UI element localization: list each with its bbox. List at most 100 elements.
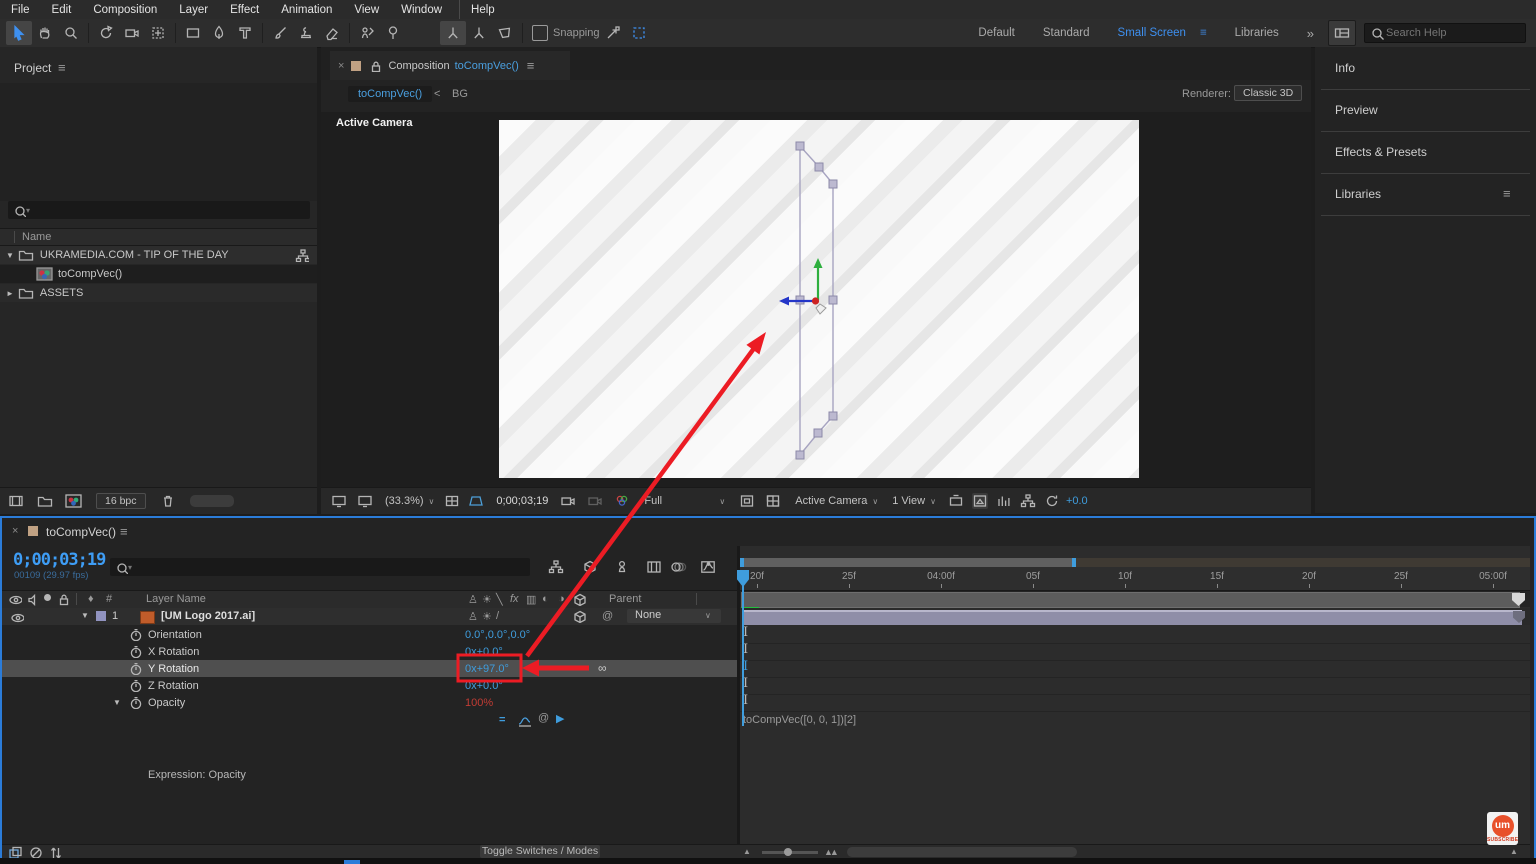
camera-tool[interactable] <box>119 21 145 45</box>
breadcrumb-parent[interactable]: BG <box>452 88 468 100</box>
stopwatch-icon[interactable] <box>128 644 142 658</box>
selection-tool[interactable] <box>6 21 32 45</box>
property-row-y-rotation[interactable]: Y Rotation 0x+97.0° ∞ <box>2 660 737 677</box>
menu-effect[interactable]: Effect <box>219 4 270 16</box>
property-label[interactable]: Orientation <box>148 629 202 641</box>
menu-window[interactable]: Window <box>390 4 453 16</box>
menu-help[interactable]: Help <box>460 4 506 16</box>
stopwatch-icon[interactable] <box>128 678 142 692</box>
property-label[interactable]: Y Rotation <box>148 663 199 675</box>
current-timecode[interactable]: 0;00;03;19 <box>13 550 106 570</box>
property-value[interactable]: 0x+0.0° <box>465 680 503 692</box>
workspace-small-screen[interactable]: Small Screen <box>1104 27 1200 39</box>
resolution-menu[interactable]: Full <box>644 495 714 507</box>
toggle-switches-modes-button[interactable]: Toggle Switches / Modes <box>480 845 600 858</box>
menu-composition[interactable]: Composition <box>82 4 168 16</box>
view-layout-menu[interactable]: 1 View <box>892 495 925 507</box>
expand-transfer-icon[interactable] <box>48 845 62 859</box>
camera-menu[interactable]: Active Camera <box>795 495 867 507</box>
property-label[interactable]: Opacity <box>148 697 185 709</box>
property-value[interactable]: 100% <box>465 697 493 709</box>
help-search-input[interactable] <box>1384 26 1508 40</box>
reset-exposure-icon[interactable] <box>1044 493 1060 509</box>
property-row-opacity[interactable]: ▼ Opacity 100% <box>2 694 737 711</box>
workspace-menu-icon[interactable]: ≡ <box>1200 27 1221 39</box>
layer-duration-bar[interactable] <box>742 610 1522 625</box>
project-panel-menu-icon[interactable]: ≡ <box>58 60 66 75</box>
expand-in-out-icon[interactable] <box>28 845 42 859</box>
zoom-in-mountains-icon[interactable]: ▲▲ <box>824 847 839 857</box>
expression-language-menu-icon[interactable]: ▶ <box>556 712 564 725</box>
expression-pickwhip-icon[interactable]: @ <box>538 712 549 724</box>
work-area-bar[interactable] <box>741 592 1520 608</box>
workspace-standard[interactable]: Standard <box>1029 27 1104 39</box>
layer-name[interactable]: [UM Logo 2017.ai] <box>161 610 255 622</box>
layer-color-label[interactable] <box>96 611 106 621</box>
timeline-tab-name[interactable]: toCompVec() <box>46 525 116 539</box>
comp-timecode[interactable]: 0;00;03;19 <box>496 495 548 507</box>
time-navigator-thumb[interactable] <box>741 558 1075 567</box>
graph-editor-icon[interactable] <box>700 559 718 577</box>
menu-animation[interactable]: Animation <box>270 4 343 16</box>
layer-row[interactable]: ▼ 1 [UM Logo 2017.ai] ♙ ☀ / @ None ∨ <box>2 608 737 625</box>
property-value[interactable]: 0x+0.0° <box>465 646 503 658</box>
zoom-out-mountain-icon[interactable]: ▲ <box>743 847 751 856</box>
comp-canvas[interactable] <box>499 120 1139 478</box>
breadcrumb-current[interactable]: toCompVec() <box>348 86 433 102</box>
pan-behind-tool[interactable] <box>145 21 171 45</box>
horizontal-scrollbar[interactable] <box>847 847 1077 857</box>
panel-menu-icon[interactable]: ≡ <box>527 58 535 73</box>
workspace-libraries[interactable]: Libraries <box>1221 27 1293 39</box>
new-folder-icon[interactable] <box>37 493 53 509</box>
comp-viewport[interactable]: Active Camera <box>321 112 1311 487</box>
mask-visibility-icon[interactable] <box>626 21 652 45</box>
show-channels-icon[interactable] <box>614 493 630 509</box>
stopwatch-icon[interactable] <box>128 695 142 709</box>
stopwatch-icon[interactable] <box>128 627 142 641</box>
pixel-aspect-correction-icon[interactable] <box>971 493 988 509</box>
shy-switch-icon[interactable]: ♙ <box>468 610 478 623</box>
draft-3d-icon[interactable] <box>582 559 600 577</box>
libraries-panel-tab[interactable]: Libraries <box>1335 187 1381 201</box>
frame-blending-icon[interactable] <box>646 559 664 577</box>
eraser-tool[interactable] <box>319 21 345 45</box>
project-row-assets[interactable]: ► ASSETS <box>0 284 317 302</box>
time-ruler[interactable]: 20f 25f 04:00f 05f 10f 15f 20f 25f 05:00… <box>740 567 1530 591</box>
puppet-pin-tool[interactable] <box>380 21 406 45</box>
rotation-tool[interactable] <box>93 21 119 45</box>
twirl-right-icon[interactable]: ► <box>6 289 14 298</box>
property-row-x-rotation[interactable]: X Rotation 0x+0.0° <box>2 643 737 660</box>
hide-shy-layers-icon[interactable] <box>614 559 632 577</box>
view-axis-mode-button[interactable] <box>492 21 518 45</box>
mask-visibility-icon[interactable] <box>739 493 755 509</box>
always-preview-icon[interactable] <box>331 493 347 509</box>
layer-name-column-header[interactable]: Layer Name <box>146 593 206 605</box>
snap-options-icon[interactable] <box>600 21 626 45</box>
lock-icon[interactable] <box>368 59 381 72</box>
time-navigator[interactable] <box>740 558 1530 567</box>
delete-icon[interactable] <box>160 493 176 509</box>
exposure-value[interactable]: +0.0 <box>1066 495 1088 507</box>
zoom-tool[interactable] <box>58 21 84 45</box>
project-search-field[interactable]: ▾ <box>8 201 310 219</box>
brush-tool[interactable] <box>267 21 293 45</box>
panel-menu-icon[interactable]: ≡ <box>1503 186 1511 201</box>
new-composition-icon[interactable] <box>65 493 82 509</box>
parent-pickwhip-icon[interactable]: @ <box>602 610 613 622</box>
menu-edit[interactable]: Edit <box>41 4 83 16</box>
shape-tool[interactable] <box>180 21 206 45</box>
rasterize-switch-icon[interactable]: ☀ <box>482 610 492 623</box>
property-row-z-rotation[interactable]: Z Rotation 0x+0.0° <box>2 677 737 694</box>
navigator-end-handle[interactable] <box>1072 558 1076 567</box>
roto-brush-tool[interactable] <box>354 21 380 45</box>
manage-workspaces-icon[interactable] <box>1328 20 1356 46</box>
project-tab[interactable]: Project <box>14 61 51 75</box>
timeline-search-field[interactable]: ▾ <box>110 558 530 576</box>
motion-blur-icon[interactable] <box>670 559 688 577</box>
zoom-slider-knob[interactable] <box>784 848 792 856</box>
twirl-down-icon[interactable]: ▼ <box>6 251 14 260</box>
panel-menu-icon[interactable]: ≡ <box>120 524 128 539</box>
preview-panel-tab[interactable]: Preview <box>1335 103 1378 117</box>
close-icon[interactable]: × <box>12 525 18 537</box>
property-row-orientation[interactable]: Orientation 0.0°,0.0°,0.0° <box>2 626 737 643</box>
